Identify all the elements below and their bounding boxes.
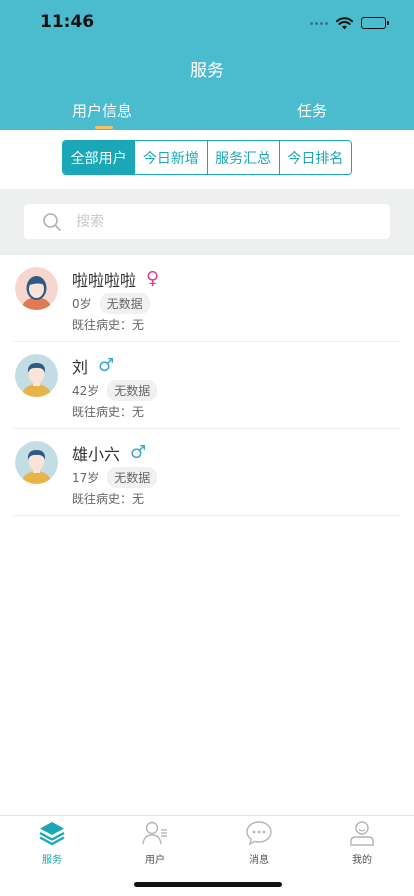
data-status-badge: 无数据 — [107, 380, 158, 401]
user-row[interactable]: 啦啦啦啦 ♀ 0岁 无数据 既往病史：无 — [14, 255, 400, 342]
wifi-icon — [336, 16, 353, 29]
search-area — [0, 189, 414, 255]
male-avatar-icon — [15, 441, 58, 484]
search-icon — [43, 213, 61, 231]
medical-history: 既往病史：无 — [72, 318, 145, 332]
segment-service-summary[interactable]: 服务汇总 — [207, 141, 280, 174]
user-name: 雄小六 — [72, 445, 121, 464]
medical-history: 既往病史：无 — [72, 405, 145, 419]
female-gender-icon: ♀ — [146, 268, 160, 289]
tab-bar-label: 用户 — [145, 855, 165, 866]
page-title: 服务 — [190, 61, 224, 81]
user-name: 啦啦啦啦 — [72, 271, 137, 290]
header-bar: 11:46 服务 用户信息 任务 — [0, 0, 414, 130]
female-avatar-icon — [15, 267, 58, 310]
layers-icon — [39, 822, 65, 846]
status-time: 11:46 — [40, 12, 95, 32]
user-age: 17岁 — [72, 471, 100, 485]
user-age: 0岁 — [72, 297, 92, 311]
user-row[interactable]: 刘 ♂ 42岁 无数据 既往病史：无 — [14, 342, 400, 429]
user-row[interactable]: 雄小六 ♂ 17岁 无数据 既往病史：无 — [14, 429, 400, 516]
status-bar: 11:46 — [0, 0, 414, 46]
search-input[interactable] — [76, 204, 376, 239]
tab-bar-item-mine[interactable]: 我的 — [332, 819, 392, 866]
status-icons — [310, 15, 389, 31]
data-status-badge: 无数据 — [107, 467, 158, 488]
user-name: 刘 — [72, 358, 89, 377]
active-tab-indicator — [95, 126, 113, 129]
tab-user-info[interactable]: 用户信息 — [72, 100, 132, 121]
battery-icon — [361, 17, 389, 29]
tab-bar-label: 我的 — [352, 855, 372, 866]
segment-all-users[interactable]: 全部用户 — [63, 141, 136, 174]
user-list-icon — [142, 821, 167, 845]
search-box[interactable] — [24, 204, 390, 239]
segment-today-ranking[interactable]: 今日排名 — [279, 141, 351, 174]
person-icon — [350, 821, 374, 846]
male-gender-icon: ♂ — [98, 355, 115, 376]
tab-bar-label: 服务 — [42, 855, 62, 866]
tab-bar-item-service[interactable]: 服务 — [22, 819, 82, 866]
home-indicator[interactable] — [134, 882, 282, 887]
data-status-badge: 无数据 — [99, 293, 150, 314]
chat-bubble-icon — [246, 821, 272, 846]
tab-bar-item-users[interactable]: 用户 — [125, 819, 185, 866]
user-age: 42岁 — [72, 384, 100, 398]
medical-history: 既往病史：无 — [72, 492, 145, 506]
male-gender-icon: ♂ — [130, 442, 147, 463]
tab-tasks[interactable]: 任务 — [297, 100, 327, 121]
user-filter-segmented-control: 全部用户 今日新增 服务汇总 今日排名 — [62, 140, 352, 175]
tab-bar-label: 消息 — [249, 855, 269, 866]
tab-bar-item-messages[interactable]: 消息 — [229, 819, 289, 866]
segment-today-new[interactable]: 今日新增 — [135, 141, 208, 174]
male-avatar-icon — [15, 354, 58, 397]
user-list: 啦啦啦啦 ♀ 0岁 无数据 既往病史：无 刘 ♂ 42岁 无数据 既往病史：无 — [0, 255, 414, 516]
signal-icon — [310, 21, 328, 25]
